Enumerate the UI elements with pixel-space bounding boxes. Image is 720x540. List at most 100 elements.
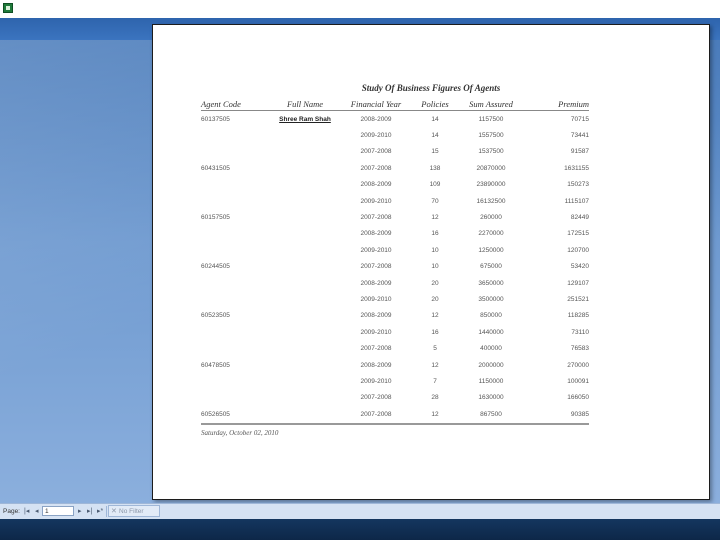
premium-cell: 90385 [570,410,589,418]
sum-assured-cell: 2270000 [478,230,504,238]
title-bar [0,0,720,19]
page-label: Page: [3,508,20,515]
table-row: 60526505 2007-2008 12 867500 90385 [201,406,589,422]
premium-cell: 118285 [567,312,589,320]
policies-cell: 5 [433,345,437,353]
financial-year-cell: 2008-2009 [360,115,392,123]
agent-code-cell [201,275,271,291]
full-name-cell [271,177,339,193]
column-header-financial-year: Financial Year [339,97,413,111]
policies-cell: 20 [431,295,439,303]
full-name-cell [271,209,339,225]
premium-cell: 70715 [570,115,589,123]
table-row: 2007-2008 28 1630000 166050 [201,390,589,406]
financial-year-cell: 2007-2008 [360,345,392,353]
filter-button[interactable]: ✕ No Filter [108,505,160,517]
agent-code-cell [201,127,271,143]
excel-icon[interactable] [3,3,13,13]
financial-year-cell: 2009-2010 [360,295,392,303]
sum-assured-cell: 400000 [480,345,502,353]
premium-cell: 120700 [567,246,589,254]
financial-year-cell: 2009-2010 [360,197,392,205]
new-record-button[interactable]: ▸* [97,507,103,517]
agent-code-cell [201,291,271,307]
last-page-button[interactable]: ▸| [87,507,92,517]
first-page-button[interactable]: |◂ [24,507,29,517]
financial-year-cell: 2007-2008 [360,214,392,222]
agent-code-cell [201,340,271,356]
sum-assured-cell: 867500 [480,410,502,418]
table-row: 2009-2010 10 1250000 120700 [201,242,589,258]
sum-assured-cell: 2000000 [478,361,504,369]
full-name-cell [271,373,339,389]
full-name-cell [271,193,339,209]
column-header-policies: Policies [413,97,457,111]
separator [106,506,107,517]
premium-cell: 91587 [570,148,589,156]
policies-cell: 14 [431,115,439,123]
page-number-input[interactable]: 1 [42,506,74,516]
financial-year-cell: 2007-2008 [360,164,392,172]
agent-code-cell [201,226,271,242]
premium-cell: 82449 [570,214,589,222]
previous-page-button[interactable]: ◂ [35,507,39,517]
policies-cell: 7 [433,377,437,385]
agent-code-cell: 60431505 [201,164,230,172]
full-name-cell [271,242,339,258]
financial-year-cell: 2007-2008 [360,148,392,156]
policies-cell: 28 [431,394,439,402]
agent-code-cell [201,324,271,340]
taskbar [0,519,720,540]
premium-cell: 76583 [570,345,589,353]
full-name-cell [271,127,339,143]
financial-year-cell: 2008-2009 [360,312,392,320]
policies-cell: 15 [431,148,439,156]
policies-cell: 10 [431,263,439,271]
full-name-cell [271,308,339,324]
sum-assured-cell: 1630000 [478,394,504,402]
agent-code-cell: 60526505 [201,410,230,418]
agent-code-cell: 60478505 [201,361,230,369]
column-header-premium: Premium [525,97,589,111]
premium-cell: 1631155 [564,164,589,172]
financial-year-cell: 2009-2010 [360,328,392,336]
filter-icon: ✕ [111,508,117,515]
premium-cell: 73110 [571,328,589,336]
full-name-cell [271,340,339,356]
next-page-button[interactable]: ▸ [78,507,82,517]
table-row: 2009-2010 7 1150000 100091 [201,373,589,389]
policies-cell: 16 [431,328,439,336]
table-row: 60431505 2007-2008 138 20870000 1631155 [201,160,589,176]
table-row: 60244505 2007-2008 10 675000 53420 [201,259,589,275]
full-name-cell [271,406,339,422]
full-name-cell [271,275,339,291]
agent-code-cell: 60157505 [201,214,230,222]
full-name-cell [271,259,339,275]
policies-cell: 70 [431,197,439,205]
policies-cell: 12 [431,214,439,222]
table-row: 60157505 2007-2008 12 260000 82449 [201,209,589,225]
full-name-cell: Shree Ram Shah [279,115,331,123]
report-body: 60137505 Shree Ram Shah 2008-2009 14 1157500… [201,111,589,423]
premium-cell: 53420 [570,263,589,271]
full-name-cell [271,390,339,406]
full-name-cell [271,324,339,340]
policies-cell: 12 [431,361,439,369]
agent-code-cell: 60137505 [201,115,230,123]
report-page: Study Of Business Figures Of Agents Agen… [152,24,710,500]
table-row: 2008-2009 16 2270000 172515 [201,226,589,242]
financial-year-cell: 2007-2008 [360,263,392,271]
table-row: 2007-2008 5 400000 76583 [201,340,589,356]
policies-cell: 16 [431,230,439,238]
report-date: Saturday, October 02, 2010 [201,429,279,437]
agent-code-cell [201,390,271,406]
agent-code-cell: 60523505 [201,312,230,320]
column-header-full-name: Full Name [271,97,339,111]
report-table: Agent Code Full Name Financial Year Poli… [201,97,589,422]
table-row: 60523505 2008-2009 12 850000 118285 [201,308,589,324]
full-name-cell [271,357,339,373]
premium-cell: 251521 [567,295,589,303]
premium-cell: 73441 [570,132,589,140]
table-row: 60137505 Shree Ram Shah 2008-2009 14 1157500… [201,111,589,128]
policies-cell: 10 [431,246,439,254]
